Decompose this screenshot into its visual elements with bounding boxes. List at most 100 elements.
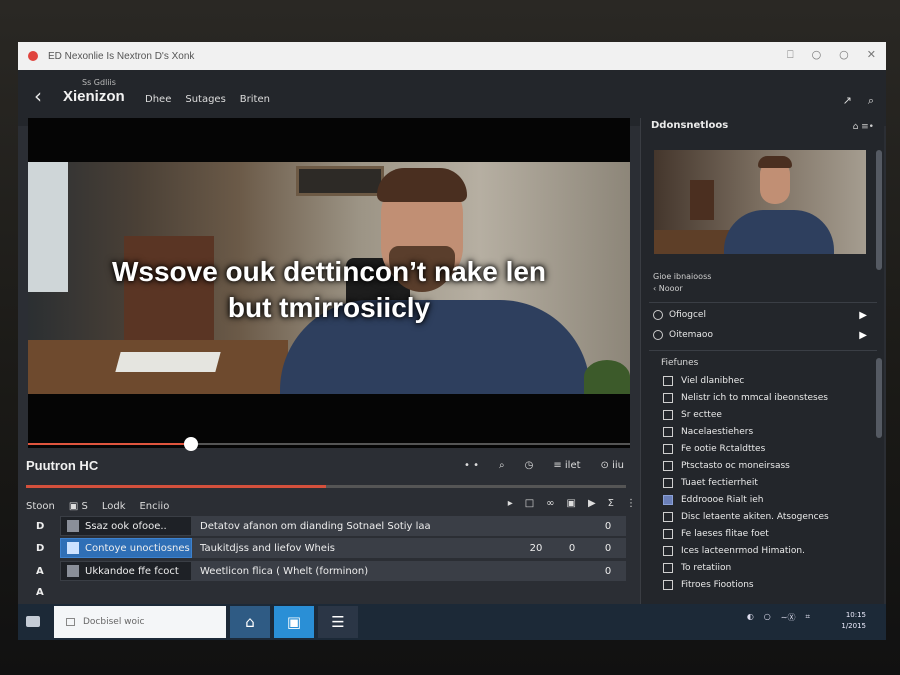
checkbox[interactable] <box>663 478 673 488</box>
tray-icon-4[interactable]: ⌗ <box>805 612 810 623</box>
feature-checkbox-row[interactable]: Viel dlanibhec <box>663 376 744 386</box>
notes-app-icon[interactable]: ☰ <box>318 606 358 638</box>
related-video-thumbnail[interactable] <box>654 150 866 254</box>
home-app-icon[interactable]: ⌂ <box>230 606 270 638</box>
play-icon[interactable]: ▶ <box>859 330 867 341</box>
play-icon[interactable]: ▶ <box>859 310 867 321</box>
row-n3: 0 <box>604 542 612 554</box>
side-item-1[interactable]: Ofiogcel ▶ <box>653 310 873 321</box>
queue-tool-4-icon[interactable]: ▣ <box>567 498 576 509</box>
clock-icon[interactable]: ◷ <box>525 460 534 471</box>
queue-tool-2-icon[interactable]: □ <box>525 498 534 509</box>
video-player[interactable]: Wssove ouk dettincon’t nake len but tmir… <box>28 118 630 451</box>
loop-icon[interactable]: ∞ <box>546 498 554 509</box>
row-name-cell[interactable]: Ssaz ook ofooe.. <box>60 516 192 536</box>
row-name: Ukkandoe ffe fcoct <box>85 565 179 577</box>
feature-checkbox-row[interactable]: Nelistr ich to mmcal ibeonsteses <box>663 393 828 403</box>
row-desc: Detatov afanon om dianding Sotnael Sotiy… <box>200 520 431 532</box>
queue-header-1[interactable]: Stoon <box>26 501 55 512</box>
table-row[interactable]: D Ssaz ook ofooe.. Detatov afanon om dia… <box>26 516 626 536</box>
checkbox[interactable] <box>663 427 673 437</box>
checkbox[interactable] <box>663 410 673 420</box>
checkbox-checked[interactable] <box>663 495 673 505</box>
feature-checkbox-row[interactable]: Fitroes Fiootions <box>663 580 754 590</box>
checkbox[interactable] <box>663 546 673 556</box>
screen: ED Nexonlie Is Nextron D's Xonk ⎕ ○ ○ ✕ … <box>18 42 886 640</box>
feature-checkbox-row[interactable]: Fe ootie Rctaldttes <box>663 444 765 454</box>
scrollbar-features[interactable] <box>876 358 882 438</box>
secondary-progress-bar[interactable] <box>26 485 626 488</box>
window-ctrl-3[interactable]: ○ <box>839 48 849 62</box>
tray-icon-3[interactable]: ∼Ⓧ <box>781 612 796 623</box>
row-n2: 0 <box>568 542 576 554</box>
nav-item-3[interactable]: Briten <box>240 94 270 105</box>
sum-icon[interactable]: Σ <box>608 498 614 509</box>
window-ctrl-2[interactable]: ○ <box>812 48 822 62</box>
divider <box>649 350 877 351</box>
seek-bar[interactable] <box>28 437 630 451</box>
list-button[interactable]: ≡ ilet <box>553 460 580 471</box>
checkbox[interactable] <box>663 580 673 590</box>
tray-icon-2[interactable]: ○ <box>764 612 771 623</box>
feature-checkbox-row[interactable]: Ptsctasto oc moneirsass <box>663 461 790 471</box>
taskbar-clock[interactable]: 10:15 1/2015 <box>841 610 866 632</box>
search-icon[interactable]: ⌕ <box>868 94 874 108</box>
start-icon[interactable] <box>26 616 40 627</box>
row-desc-cell: Weetlicon flica ( Whelt (forminon) 0 <box>192 561 626 581</box>
window-ctrl-close[interactable]: ✕ <box>867 48 876 62</box>
video-caption: Wssove ouk dettincon’t nake len but tmir… <box>28 254 630 326</box>
checkbox[interactable] <box>663 563 673 573</box>
settings-button[interactable]: ⊙ iiu <box>601 460 624 471</box>
nav-item-2[interactable]: Sutages <box>185 94 225 105</box>
clock-date: 1/2015 <box>841 622 866 630</box>
window-app-icon[interactable]: ▣ <box>274 606 314 638</box>
nav-item-1[interactable]: Dhee <box>145 94 171 105</box>
seek-handle[interactable] <box>183 437 198 451</box>
close-window-dot-icon[interactable] <box>28 51 38 61</box>
table-row[interactable]: A Ukkandoe ffe fcoct Weetlicon flica ( W… <box>26 561 626 581</box>
row-name-cell[interactable]: Contoye unoctiosnes <box>60 538 192 558</box>
queue-header-4[interactable]: Enciio <box>139 501 169 512</box>
tray-icon-1[interactable]: ◐ <box>747 612 754 623</box>
feature-checkbox-row[interactable]: Fe laeses flitae foet <box>663 529 769 539</box>
feature-checkbox-row[interactable]: To retatiion <box>663 563 731 573</box>
feature-checkbox-row[interactable]: Ices lacteenrmod Himation. <box>663 546 805 556</box>
window-title: ED Nexonlie Is Nextron D's Xonk <box>48 50 195 62</box>
feature-checkbox-row[interactable]: Tuaet fectierrheit <box>663 478 758 488</box>
checkbox[interactable] <box>663 461 673 471</box>
feature-checkbox-row[interactable]: Nacelaestiehers <box>663 427 753 437</box>
thumbnail-author[interactable]: ‹ Nooor <box>653 284 683 293</box>
window-ctrl-1[interactable]: ⎕ <box>787 48 794 62</box>
table-row-selected[interactable]: D Contoye unoctiosnes Taukitdjss and lie… <box>26 538 626 558</box>
feature-checkbox-row[interactable]: Eddroooe Rialt ieh <box>663 495 763 505</box>
feature-checkbox-row[interactable]: Disc letaente akiten. Atsogences <box>663 512 829 522</box>
play-icon[interactable]: ▶ <box>588 498 596 509</box>
brand-logo[interactable]: Xienizon <box>63 88 125 105</box>
back-icon[interactable]: ‹ <box>34 84 42 108</box>
divider <box>649 302 877 303</box>
search-box-icon <box>66 618 75 626</box>
checkbox[interactable] <box>663 529 673 539</box>
checkbox[interactable] <box>663 393 673 403</box>
queue-header-2[interactable]: ▣ S <box>69 501 88 512</box>
queue-tool-1-icon[interactable]: ▸ <box>508 498 513 509</box>
radio-icon <box>653 310 663 320</box>
menu-icon[interactable]: ⋮ <box>626 498 636 509</box>
video-frame[interactable]: Wssove ouk dettincon’t nake len but tmir… <box>28 162 630 394</box>
row-key: D <box>36 520 45 532</box>
checkbox[interactable] <box>663 376 673 386</box>
side-item-label: Oitemaoo <box>669 330 713 340</box>
queue-header-3[interactable]: Lodk <box>102 501 126 512</box>
taskbar-search[interactable]: Docbisel woic <box>54 606 226 638</box>
share-icon[interactable]: ↗ <box>843 94 852 108</box>
row-key-extra: A <box>36 587 44 598</box>
checkbox[interactable] <box>663 444 673 454</box>
side-item-2[interactable]: Oitemaoo ▶ <box>653 330 873 341</box>
side-panel-options-icon[interactable]: ⌂ ≡• <box>853 122 874 132</box>
more-icon[interactable]: • • <box>464 460 479 471</box>
row-name-cell[interactable]: Ukkandoe ffe fcoct <box>60 561 192 581</box>
scrollbar-top[interactable] <box>876 150 882 270</box>
search-in-video-icon[interactable]: ⌕ <box>499 460 505 471</box>
checkbox[interactable] <box>663 512 673 522</box>
feature-checkbox-row[interactable]: Sr ecttee <box>663 410 722 420</box>
